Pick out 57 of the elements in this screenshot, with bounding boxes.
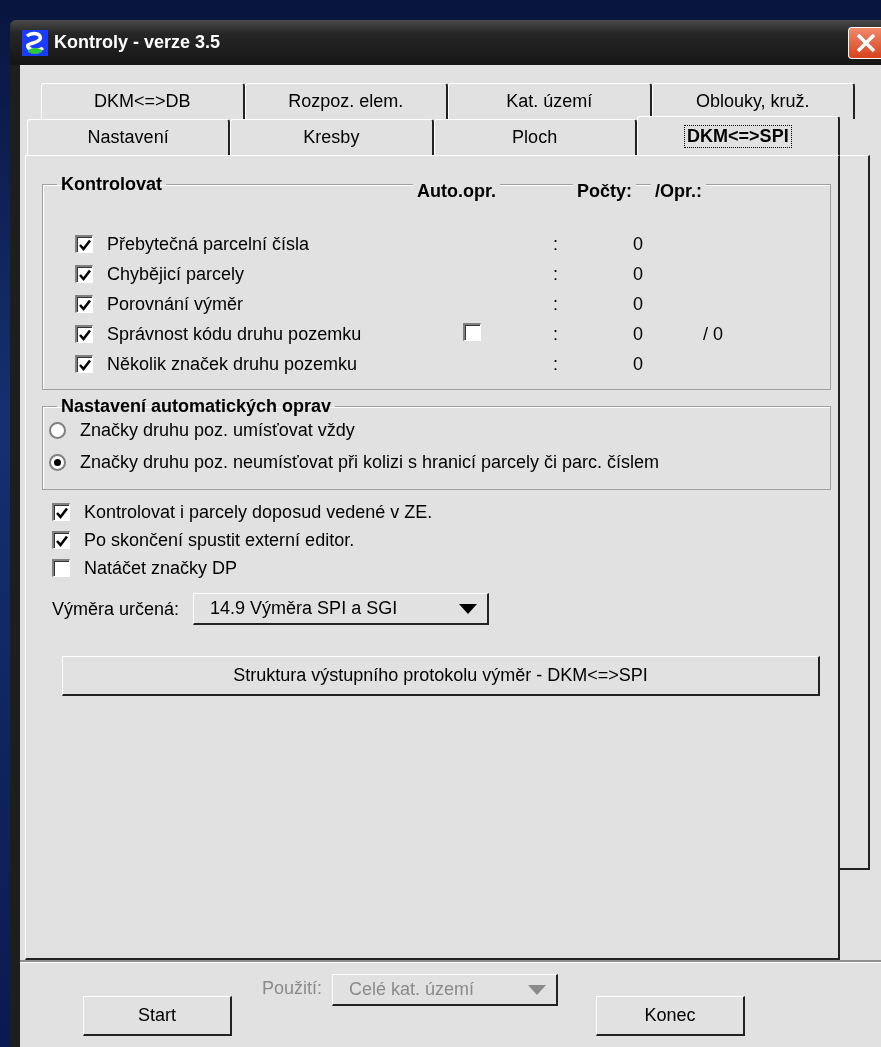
count-value: 0	[633, 323, 643, 344]
check-label: Po skončení spustit externí editor.	[84, 529, 355, 551]
column-header: Počty:	[573, 181, 636, 202]
colon: :	[553, 353, 558, 374]
colon: :	[553, 293, 558, 314]
check-label: Chybějicí parcely	[107, 263, 245, 285]
close-icon	[854, 31, 877, 54]
tab[interactable]: Kresby	[230, 119, 434, 155]
checkbox[interactable]	[75, 295, 93, 313]
checkbox[interactable]	[52, 503, 70, 521]
start-button[interactable]: Start	[83, 996, 232, 1036]
radio-label: Značky druhu poz. umísťovat vždy	[80, 419, 355, 441]
group-title: Nastavení automatických oprav	[60, 396, 333, 417]
window-title: Kontroly - verze 3.5	[54, 32, 221, 53]
colon: :	[553, 263, 558, 284]
tab[interactable]: DKM<=>SPI	[636, 116, 840, 155]
count-value: 0	[633, 353, 643, 374]
checkbox[interactable]	[75, 265, 93, 283]
end-button[interactable]: Konec	[596, 996, 746, 1036]
check-label: Několik značek druhu pozemku	[107, 353, 358, 375]
checkbox[interactable]	[75, 235, 93, 253]
field-label: Použití:	[262, 978, 323, 999]
protocol-button[interactable]: Struktura výstupního protokolu výměr - DKM<=>SPI	[62, 656, 820, 696]
checkbox[interactable]	[75, 355, 93, 373]
check-label: Přebytečná parcelní čísla	[107, 233, 310, 255]
tab[interactable]: Ploch	[433, 119, 637, 155]
field-label: Výměra určená:	[52, 598, 180, 620]
dropdown-arrow-icon	[528, 984, 547, 995]
colon: :	[553, 233, 558, 254]
count-value: 0	[633, 293, 643, 314]
count-value: 0	[633, 263, 643, 284]
check-label: Správnost kódu druhu pozemku	[107, 323, 362, 345]
area-dropdown[interactable]: 14.9 Výměra SPI a SGI	[193, 593, 490, 625]
check-label: Kontrolovat i parcely doposud vedené v ZE.	[84, 501, 433, 523]
group-title: Kontrolovat	[60, 174, 163, 195]
tab[interactable]: Oblouky, kruž.	[651, 83, 855, 119]
check-label: Porovnání výměr	[107, 293, 244, 315]
app-logo-icon	[22, 29, 48, 56]
colon: :	[553, 323, 558, 344]
tab[interactable]: Kat. území	[448, 83, 652, 119]
checkbox[interactable]	[52, 559, 70, 577]
radio-button[interactable]	[49, 421, 66, 439]
radio-label: Značky druhu poz. neumísťovat při kolizi s hranicí parcely či parc. číslem	[80, 451, 659, 473]
tab[interactable]: Nastavení	[27, 119, 231, 155]
radio-button[interactable]	[49, 453, 66, 471]
column-header: Auto.opr.	[413, 181, 500, 202]
tab[interactable]: Rozpoz. elem.	[244, 83, 448, 119]
checkbox[interactable]	[52, 531, 70, 549]
fixed-value: / 0	[703, 323, 723, 344]
checkbox[interactable]	[75, 325, 93, 343]
close-button[interactable]	[848, 26, 881, 59]
column-header: /Opr.:	[651, 181, 706, 202]
check-label: Natáčet značky DP	[84, 557, 238, 579]
dropdown-arrow-icon	[459, 603, 478, 614]
auto-fix-checkbox[interactable]	[463, 323, 481, 341]
count-value: 0	[633, 233, 643, 254]
tab[interactable]: DKM<=>DB	[41, 83, 245, 119]
